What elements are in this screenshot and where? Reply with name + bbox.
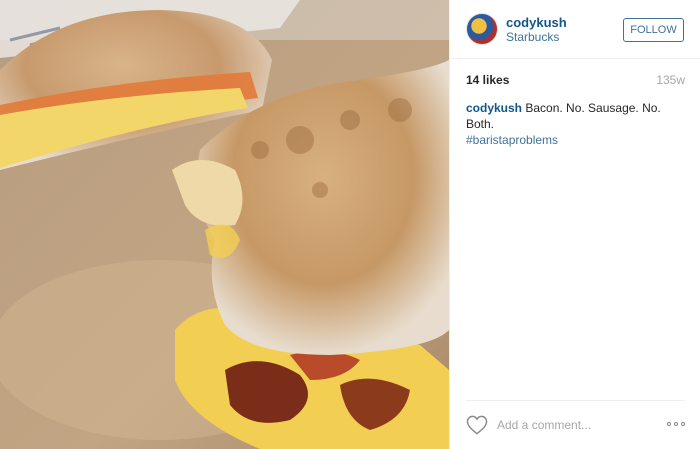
post-details-panel: codykush Starbucks FOLLOW 14 likes 135w … — [449, 0, 700, 449]
post-header: codykush Starbucks FOLLOW — [450, 0, 700, 59]
post-stats: 14 likes 135w — [466, 73, 685, 89]
more-options-icon[interactable] — [667, 422, 685, 428]
heart-icon[interactable] — [466, 415, 488, 435]
likes-count[interactable]: 14 likes — [466, 73, 509, 87]
comment-input[interactable] — [497, 417, 647, 433]
username-link[interactable]: codykush — [506, 15, 567, 30]
follow-button[interactable]: FOLLOW — [623, 18, 684, 42]
sandwich-illustration — [0, 0, 449, 449]
caption-username-link[interactable]: codykush — [466, 101, 522, 115]
location-link[interactable]: Starbucks — [506, 30, 559, 44]
post-photo[interactable] — [0, 0, 449, 449]
comment-bar — [466, 400, 685, 449]
avatar[interactable] — [466, 13, 498, 45]
hashtag-link[interactable]: #baristaproblems — [466, 133, 558, 147]
post-caption: codykush Bacon. No. Sausage. No. Both. #… — [466, 100, 688, 148]
post-age[interactable]: 135w — [656, 73, 685, 87]
